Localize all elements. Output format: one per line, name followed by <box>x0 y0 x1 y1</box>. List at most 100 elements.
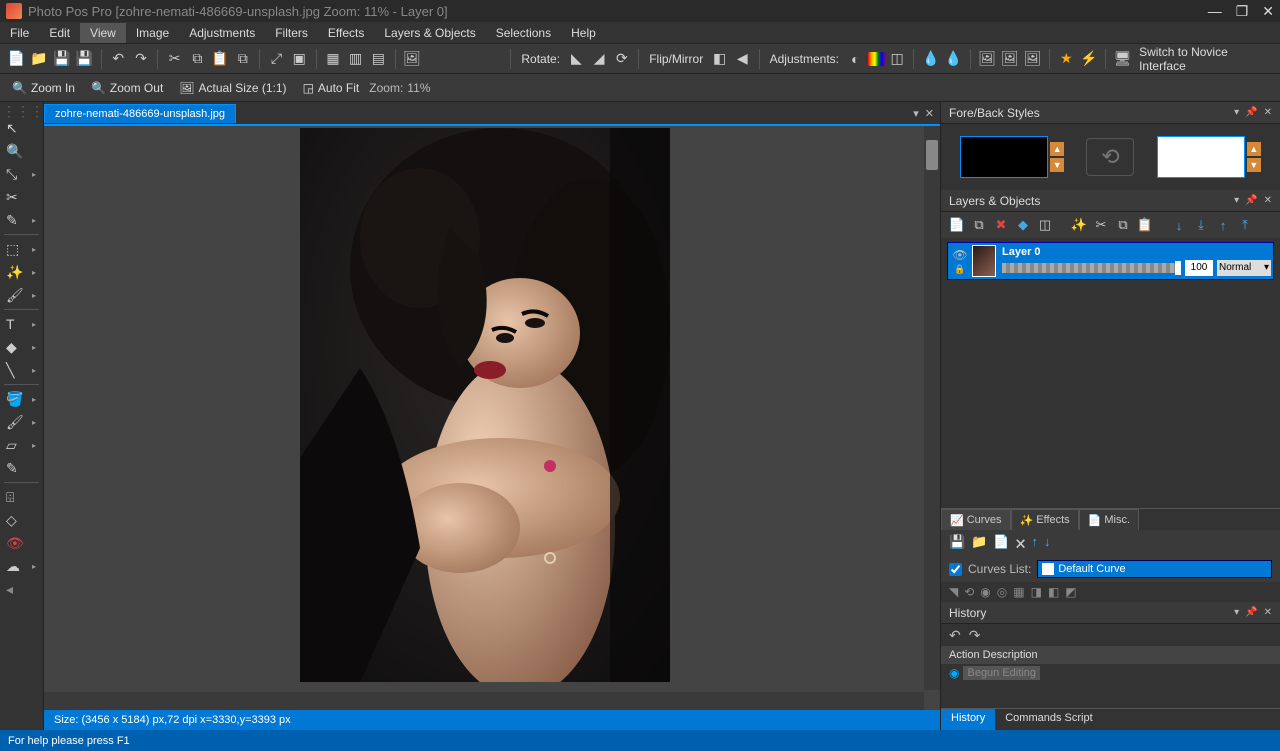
flip-h-icon[interactable]: ◧ <box>709 48 730 70</box>
curves-new-icon[interactable]: 📄 <box>993 534 1009 556</box>
extra-icon[interactable]: ◩ <box>1065 585 1076 599</box>
selection-tool[interactable]: ⬚▸ <box>0 238 40 260</box>
panel-menu-icon[interactable]: ▾ <box>1234 195 1239 206</box>
extra-icon[interactable]: ◎ <box>997 585 1007 599</box>
panel-close-icon[interactable]: ✕ <box>1264 107 1272 118</box>
close-button[interactable]: ✕ <box>1262 3 1274 20</box>
panel-close-icon[interactable]: ✕ <box>1264 195 1272 206</box>
panel-pin-icon[interactable]: 📌 <box>1245 607 1257 618</box>
move-tool[interactable]: ↖ <box>0 117 40 139</box>
frame2-icon[interactable]: 🖼 <box>1000 48 1021 70</box>
collapse-toolstrip[interactable]: ◂ <box>0 578 40 600</box>
heal-tool[interactable]: ✎ <box>0 457 40 479</box>
curve-select[interactable]: Default Curve <box>1037 560 1272 578</box>
layer-row[interactable]: 👁🔒 Layer 0 100 Normal <box>947 242 1274 280</box>
rulers-icon[interactable]: ▥ <box>345 48 366 70</box>
rotate-left-icon[interactable]: ◣ <box>566 48 587 70</box>
patch-tool[interactable]: ◇ <box>0 509 40 531</box>
duplicate-icon[interactable] <box>232 48 253 70</box>
delete-layer-icon[interactable]: ✖ <box>993 217 1009 233</box>
curves-up-icon[interactable]: ↑ <box>1031 534 1038 556</box>
curves-open-icon[interactable]: 📁 <box>971 534 987 556</box>
curves-list-checkbox[interactable] <box>949 563 962 576</box>
extra-icon[interactable]: ◉ <box>980 585 990 599</box>
bg-up-icon[interactable]: ▲ <box>1247 142 1261 156</box>
panel-pin-icon[interactable]: 📌 <box>1245 107 1257 118</box>
background-swatch[interactable] <box>1157 136 1245 178</box>
auto-fit-button[interactable]: ◲Auto Fit <box>297 79 366 97</box>
save-as-icon[interactable] <box>74 48 95 70</box>
opacity-slider[interactable] <box>1002 263 1181 273</box>
brightness-icon[interactable]: ◐ <box>845 48 866 70</box>
extra-icon[interactable]: ◨ <box>1031 585 1042 599</box>
zoom-in-button[interactable]: 🔍Zoom In <box>6 79 81 97</box>
menu-layers[interactable]: Layers & Objects <box>374 23 485 43</box>
extra-icon[interactable]: ▦ <box>1013 585 1024 599</box>
curves-delete-icon[interactable]: 🗙 <box>1016 534 1026 556</box>
shape-tool[interactable]: ◆▸ <box>0 336 40 358</box>
brush-tool[interactable]: ✎▸ <box>0 209 40 231</box>
extra-icon[interactable]: ◧ <box>1048 585 1059 599</box>
swap-colors-button[interactable]: ⟲ <box>1086 138 1134 176</box>
cut-icon[interactable] <box>164 48 185 70</box>
curves-down-icon[interactable]: ↓ <box>1044 534 1051 556</box>
drop-icon[interactable]: 💧 <box>920 48 941 70</box>
monitor-icon[interactable] <box>1112 48 1133 70</box>
blend-mode-dropdown[interactable]: Normal <box>1217 260 1271 276</box>
curves-save-icon[interactable]: 💾 <box>949 534 965 556</box>
resize-icon[interactable]: ⤢ <box>266 48 287 70</box>
history-redo-icon[interactable]: ↷ <box>969 627 981 644</box>
extra-icon[interactable]: ◥ <box>949 585 958 599</box>
history-undo-icon[interactable]: ↶ <box>949 627 961 644</box>
erase-tool[interactable]: ▱▸ <box>0 434 40 456</box>
canvas-viewport[interactable] <box>44 124 940 710</box>
actual-size-button[interactable]: 🖼Actual Size (1:1) <box>173 79 292 97</box>
panel-pin-icon[interactable]: 📌 <box>1245 195 1257 206</box>
levels-icon[interactable]: ◫ <box>887 48 908 70</box>
text-tool[interactable]: T▸ <box>0 313 40 335</box>
frame1-icon[interactable]: 🖼 <box>977 48 998 70</box>
tab-misc[interactable]: 📄 Misc. <box>1079 509 1139 530</box>
horizontal-scrollbar[interactable] <box>44 692 924 710</box>
tab-menu-icon[interactable]: ▾ <box>913 107 919 120</box>
vertical-scrollbar[interactable] <box>924 126 940 690</box>
layer-copy-icon[interactable]: ⧉ <box>1115 217 1131 233</box>
redeye-tool[interactable]: 👁 <box>0 532 40 554</box>
menu-selections[interactable]: Selections <box>486 23 561 43</box>
tab-commands-script[interactable]: Commands Script <box>995 709 1102 730</box>
fg-down-icon[interactable]: ▼ <box>1050 158 1064 172</box>
switch-interface-label[interactable]: Switch to Novice Interface <box>1139 45 1270 73</box>
history-item[interactable]: ◉ Begun Editing <box>941 664 1280 682</box>
tab-effects[interactable]: ✨ Effects <box>1011 509 1079 530</box>
menu-view[interactable]: View <box>80 23 126 43</box>
menu-filters[interactable]: Filters <box>265 23 318 43</box>
layer-up-icon[interactable]: ↑ <box>1215 217 1231 233</box>
frame3-icon[interactable]: 🖼 <box>1022 48 1043 70</box>
fill-tool[interactable]: 🪣▸ <box>0 388 40 410</box>
redo-icon[interactable] <box>131 48 152 70</box>
undo-icon[interactable] <box>108 48 129 70</box>
layer-visibility-icon[interactable]: 👁🔒 <box>950 245 970 277</box>
grid-icon[interactable]: ▦ <box>323 48 344 70</box>
zoom-tool[interactable]: 🔍 <box>0 140 40 162</box>
layer-fx-icon[interactable]: ✨ <box>1071 217 1087 233</box>
fg-up-icon[interactable]: ▲ <box>1050 142 1064 156</box>
layer-paste-icon[interactable]: 📋 <box>1137 217 1153 233</box>
bolt-icon[interactable] <box>1079 48 1100 70</box>
batch-icon[interactable]: 🖼 <box>402 48 423 70</box>
paste-icon[interactable] <box>210 48 231 70</box>
layer-top-icon[interactable]: ⤒ <box>1237 217 1253 233</box>
open-icon[interactable] <box>29 48 50 70</box>
tab-history[interactable]: History <box>941 709 995 730</box>
menu-help[interactable]: Help <box>561 23 606 43</box>
crop-tool[interactable]: ✂ <box>0 186 40 208</box>
layer-down-icon[interactable]: ↓ <box>1171 217 1187 233</box>
new-icon[interactable] <box>6 48 27 70</box>
bg-down-icon[interactable]: ▼ <box>1247 158 1261 172</box>
menu-adjustments[interactable]: Adjustments <box>179 23 265 43</box>
menu-file[interactable]: File <box>0 23 39 43</box>
layer-props-icon[interactable]: ◆ <box>1015 217 1031 233</box>
panel-menu-icon[interactable]: ▾ <box>1234 107 1239 118</box>
drop2-icon[interactable]: 💧 <box>943 48 964 70</box>
stamp-tool[interactable]: ⌹ <box>0 486 40 508</box>
